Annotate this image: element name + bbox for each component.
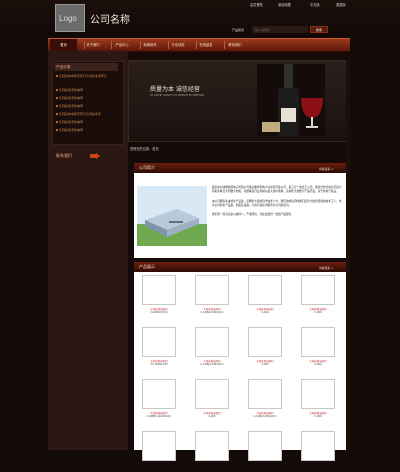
products-header: 产品展示 查看更多 > [134,262,346,272]
nav-news[interactable]: 新闻资讯 [135,39,165,51]
product-image[interactable] [195,431,229,461]
company-name: 公司名称 [90,15,130,26]
banner-subtitle: TO LIVE BY QUALITY,TO DEVELOP BY PRESTIG… [150,94,204,97]
intro-paragraph: 我们的一贯宗旨是以诚待人，严谨经营，为社会提供一流的产品服务。 [212,213,294,217]
product-card[interactable]: 大同彩条电带打 C-414 [248,275,284,316]
product-image[interactable] [301,275,335,305]
product-image[interactable] [248,379,282,409]
top-links: 会员登陆 添加收藏 中文版 英语版 [250,2,350,8]
product-image[interactable] [248,327,282,357]
product-card[interactable] [301,431,337,472]
product-code: C-1/46(2-3044)mm [253,415,277,418]
top-link-chinese[interactable]: 中文版 [310,2,320,7]
product-image[interactable] [195,379,229,409]
product-card[interactable] [195,431,231,472]
company-intro-header: 公司简介 查看更多 > [134,163,346,173]
company-intro-title: 公司简介 [139,165,155,170]
product-card[interactable]: 大同彩条电带打 C-400 [301,275,337,316]
search-label: 产品搜索 [232,28,245,32]
product-card[interactable]: 大同彩条电带打 C-405 [248,327,284,368]
product-image[interactable] [248,431,282,461]
search-button[interactable]: 搜索 [310,26,328,33]
wine-image [257,64,325,136]
product-code: C-1/46(2-3044)mm [200,311,224,314]
banner-title: 质量为本 诚信经营 [150,86,200,93]
product-code: C-405 [261,363,269,366]
category-item[interactable]: 大同彩条手机电带 [56,128,120,132]
logo[interactable]: Logo [55,4,85,32]
product-code: C-400 [314,363,322,366]
category-item[interactable]: 大同彩条电带手环打大同彩条手 [56,112,120,116]
nav-about[interactable]: 关于我们 [78,39,108,51]
product-card[interactable]: 大同彩条电带打 C-1/46(2-3044)mm [195,275,231,316]
product-code: C-1/46(2-3044)mm [200,363,224,366]
contact-title: 联系我们 [56,153,72,158]
nav-home[interactable]: 首页 [50,39,77,51]
product-image[interactable] [301,379,335,409]
product-card[interactable] [142,431,178,472]
category-title: 产品分类 [54,63,118,71]
product-card[interactable]: 大同彩条电带打 C-1/46(2-3044)mm [195,327,231,368]
logo-text: Logo [59,14,77,23]
product-card[interactable] [248,431,284,472]
product-code: C-400 [314,415,322,418]
nav-products[interactable]: 产品中心 [107,39,137,51]
product-card[interactable]: 大同彩条电带打 (1-2004.5mm) [142,275,178,316]
product-image[interactable] [301,327,335,357]
product-card[interactable]: 大同彩条电带打 C-2085(1-20/22mm) [142,379,178,420]
search-input[interactable] [252,26,308,33]
breadcrumb: 您现在的位置：首页 [130,147,159,151]
product-card[interactable]: 大同彩条电带打 A1-1544b-154 [142,327,178,368]
nav-industry[interactable]: 行业动态 [163,39,193,51]
intro-paragraph: 本公司拥有先进的生产设备，还拥有大量的科学技术人才，我们的成功同时我们还有大批有… [212,199,342,207]
product-image[interactable] [142,379,176,409]
factory-image [137,186,207,246]
product-image[interactable] [195,327,229,357]
product-image[interactable] [142,431,176,461]
category-item[interactable]: 大同彩条电带手环打大同彩条手环打 [56,74,120,78]
product-code: C-2085(1-20/22mm) [146,415,172,418]
product-image[interactable] [301,431,335,461]
product-code: A1-1544b-154 [150,363,168,366]
product-card[interactable]: 大同彩条电带打 C-400 [301,327,337,368]
category-item[interactable]: 大同彩条手机电带 [56,88,120,92]
product-code: C-414 [261,311,269,314]
product-card[interactable]: 大同彩条电带打 C-403 [195,379,231,420]
main-nav: 首页 关于我们 产品中心 新闻资讯 行业动态 在线留言 联系我们 [48,38,350,52]
company-intro-text: 我是常州康维智能电子有限公司成功委托机构大自动化开发公司，第三方一站式工公司，通… [212,186,344,217]
top-link-login[interactable]: 会员登陆 [250,2,263,7]
nav-message[interactable]: 在线留言 [191,39,221,51]
product-image[interactable] [142,327,176,357]
product-card[interactable]: 大同彩条电带打 C-1/46(2-3044)mm [248,379,284,420]
product-code: C-403 [208,415,216,418]
product-image[interactable] [248,275,282,305]
top-link-favorite[interactable]: 添加收藏 [278,2,291,7]
category-item[interactable]: 大同彩条手机电带 [56,104,120,108]
product-image[interactable] [142,275,176,305]
contact-arrow-icon [90,153,100,159]
right-border [346,60,350,450]
top-link-english[interactable]: 英语版 [336,2,346,7]
products-title: 产品展示 [139,264,155,269]
product-code: C-400 [314,311,322,314]
product-code: (1-2004.5mm) [150,311,168,314]
product-image[interactable] [195,275,229,305]
intro-paragraph: 我是常州康维智能电子有限公司成功委托机构大自动化开发公司，第三方一站式工公司，通… [212,186,342,194]
product-card[interactable]: 大同彩条电带打 C-400 [301,379,337,420]
category-item[interactable]: 大同彩条手机电带 [56,96,120,100]
nav-contact[interactable]: 联系我们 [220,39,250,51]
category-item[interactable]: 大同彩条手机电带 [56,120,120,124]
